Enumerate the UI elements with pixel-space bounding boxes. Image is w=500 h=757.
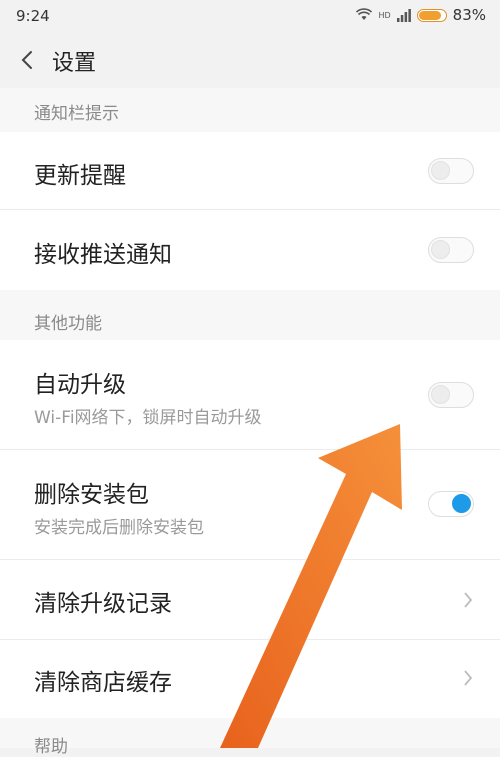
section-title: 帮助 — [34, 737, 68, 757]
setting-description: 安装完成后删除安装包 — [34, 518, 204, 538]
chevron-right-icon — [464, 592, 473, 608]
status-time: 9:24 — [16, 7, 50, 25]
setting-row-delete-package[interactable]: 删除安装包 安装完成后删除安装包 — [0, 450, 500, 560]
setting-label: 删除安装包 — [34, 482, 149, 508]
signal-icon — [396, 8, 411, 22]
setting-label: 接收推送通知 — [34, 242, 172, 268]
title-bar: 设置 — [0, 34, 500, 88]
setting-label: 清除升级记录 — [34, 591, 172, 617]
delete-package-toggle[interactable] — [428, 491, 474, 517]
setting-description: Wi-Fi网络下，锁屏时自动升级 — [34, 408, 262, 428]
status-icons: HD 83% — [356, 6, 486, 24]
setting-row-update-reminder[interactable]: 更新提醒 — [0, 132, 500, 210]
chevron-right-icon — [464, 670, 473, 686]
update-reminder-toggle[interactable] — [428, 158, 474, 184]
setting-label: 自动升级 — [34, 372, 126, 398]
setting-row-auto-upgrade[interactable]: 自动升级 Wi-Fi网络下，锁屏时自动升级 — [0, 340, 500, 450]
wifi-icon — [356, 8, 373, 20]
back-arrow-icon[interactable] — [14, 46, 42, 74]
auto-upgrade-toggle[interactable] — [428, 382, 474, 408]
section-header-other: 其他功能 — [0, 290, 500, 340]
setting-label: 清除商店缓存 — [34, 670, 172, 696]
setting-row-push-notification[interactable]: 接收推送通知 — [0, 210, 500, 290]
hd-badge: HD — [378, 10, 391, 20]
status-bar: 9:24 HD 83% — [0, 0, 500, 34]
battery-percent: 83% — [452, 6, 486, 24]
section-title: 其他功能 — [34, 314, 102, 334]
battery-icon — [416, 8, 447, 22]
section-header-help: 帮助 — [0, 718, 500, 757]
section-header-notify: 通知栏提示 — [0, 88, 500, 132]
section-title: 通知栏提示 — [34, 104, 119, 124]
setting-label: 更新提醒 — [34, 163, 126, 189]
push-notification-toggle[interactable] — [428, 237, 474, 263]
setting-row-clear-upgrade[interactable]: 清除升级记录 — [0, 560, 500, 640]
setting-row-clear-cache[interactable]: 清除商店缓存 — [0, 640, 500, 718]
page-title: 设置 — [52, 51, 97, 76]
